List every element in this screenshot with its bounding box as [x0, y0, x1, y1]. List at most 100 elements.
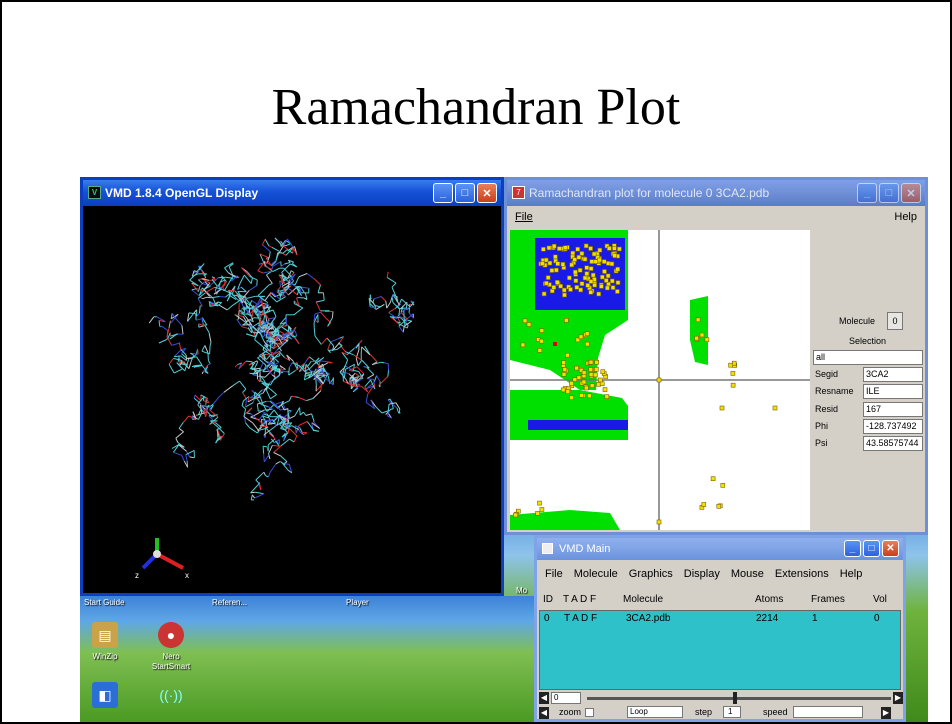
desktop-shortcut-label[interactable]: Referen... [212, 598, 247, 607]
ramachandran-titlebar[interactable]: 7 Ramachandran plot for molecule 0 3CA2.… [507, 180, 925, 206]
molecule-flags[interactable]: T A D F [564, 613, 597, 624]
residue-point[interactable] [602, 387, 608, 392]
residue-point[interactable] [560, 261, 566, 267]
residue-point[interactable] [584, 385, 589, 391]
residue-point[interactable] [513, 512, 518, 518]
residue-point[interactable] [555, 261, 561, 267]
psi-field[interactable]: 43.58575744 [863, 436, 923, 451]
menu-extensions[interactable]: Extensions [775, 568, 829, 580]
residue-point[interactable] [570, 250, 576, 256]
menu-help[interactable]: Help [840, 568, 863, 580]
residue-point[interactable] [539, 328, 545, 333]
residue-point[interactable] [539, 338, 544, 344]
residue-point[interactable] [581, 379, 587, 385]
maximize-button[interactable]: □ [879, 183, 899, 203]
residue-point[interactable] [588, 289, 594, 295]
residue-point[interactable] [584, 265, 589, 271]
residue-point[interactable] [588, 372, 594, 377]
phi-field[interactable]: -128.737492 [863, 419, 923, 434]
jump-end-icon[interactable]: ▶ [893, 692, 903, 704]
residue-point[interactable] [553, 254, 558, 260]
residue-point[interactable] [615, 289, 620, 294]
residue-point[interactable] [609, 261, 615, 267]
residue-point[interactable] [704, 337, 710, 342]
residue-point[interactable] [583, 243, 589, 249]
residue-point[interactable] [584, 271, 590, 277]
residue-point[interactable] [710, 476, 716, 481]
speed-slider[interactable] [793, 706, 863, 718]
residue-point[interactable] [591, 251, 597, 257]
menu-help[interactable]: Help [894, 211, 917, 223]
residue-point[interactable] [607, 246, 612, 251]
minimize-button[interactable]: _ [433, 183, 453, 203]
molecule-list[interactable]: 0 T A D F 3CA2.pdb 2214 1 0 [539, 610, 901, 690]
ramachandran-window[interactable]: 7 Ramachandran plot for molecule 0 3CA2.… [504, 177, 928, 535]
residue-point[interactable] [604, 394, 610, 399]
wireless-icon[interactable]: ((·)) [158, 682, 184, 708]
residue-point[interactable] [602, 269, 607, 274]
residue-point[interactable] [694, 335, 699, 341]
residue-point[interactable] [615, 266, 620, 272]
residue-point[interactable] [730, 382, 736, 388]
residue-point[interactable] [569, 381, 574, 386]
residue-point[interactable] [539, 507, 545, 512]
residue-point[interactable] [600, 369, 606, 374]
frame-slider-thumb[interactable] [733, 692, 737, 704]
residue-point[interactable] [545, 275, 551, 280]
residue-point[interactable] [599, 284, 604, 289]
menu-display[interactable]: Display [684, 568, 720, 580]
close-button[interactable]: ✕ [477, 183, 497, 203]
residue-point[interactable] [610, 285, 616, 290]
residue-point[interactable] [728, 362, 733, 368]
residue-point[interactable] [547, 260, 553, 266]
ramachandran-plot[interactable] [510, 230, 810, 530]
residue-point[interactable] [604, 278, 609, 283]
molecule-selector[interactable]: 0 [887, 312, 903, 330]
residue-point[interactable] [588, 359, 594, 365]
minimize-button[interactable]: _ [844, 540, 861, 557]
menu-mouse[interactable]: Mouse [731, 568, 764, 580]
residue-point[interactable] [560, 387, 566, 393]
frame-input[interactable]: 0 [551, 692, 581, 704]
residue-point[interactable] [599, 381, 605, 386]
residue-point[interactable] [575, 246, 580, 252]
close-button[interactable]: ✕ [882, 540, 899, 557]
desktop-shortcut-label[interactable]: Player [346, 598, 369, 607]
residue-point[interactable] [597, 257, 602, 263]
residue-point[interactable] [541, 291, 547, 297]
residue-point[interactable] [582, 275, 588, 281]
molecule-row[interactable]: 0 T A D F 3CA2.pdb 2214 1 0 [540, 611, 900, 625]
residue-point[interactable] [572, 257, 578, 262]
residue-point[interactable] [588, 266, 594, 271]
vmd-display-titlebar[interactable]: V VMD 1.8.4 OpenGL Display _ □ ✕ [83, 180, 501, 206]
residue-point[interactable] [588, 367, 593, 372]
residue-point[interactable] [590, 272, 596, 278]
residue-point[interactable] [576, 254, 582, 260]
segid-field[interactable]: 3CA2 [863, 367, 923, 382]
residue-point[interactable] [615, 280, 621, 285]
residue-point[interactable] [582, 256, 588, 262]
opengl-canvas[interactable]: x z [83, 206, 501, 593]
selected-residue-point[interactable] [553, 342, 557, 346]
menu-graphics[interactable]: Graphics [629, 568, 673, 580]
vmd-display-window[interactable]: V VMD 1.8.4 OpenGL Display _ □ ✕ x z [80, 177, 504, 596]
residue-point[interactable] [577, 267, 583, 273]
residue-point[interactable] [585, 283, 591, 288]
residue-point[interactable] [556, 246, 562, 251]
residue-point[interactable] [588, 279, 594, 284]
residue-point[interactable] [600, 274, 605, 280]
residue-point[interactable] [656, 519, 662, 525]
residue-point[interactable] [537, 348, 543, 353]
residue-point[interactable] [562, 245, 568, 250]
menu-file[interactable]: File [545, 568, 563, 580]
residue-point[interactable] [584, 331, 590, 336]
residue-point[interactable] [579, 393, 584, 398]
nero-icon[interactable]: ● [158, 622, 184, 648]
residue-point[interactable] [601, 259, 607, 264]
residue-point[interactable] [565, 389, 571, 394]
residue-point[interactable] [719, 405, 725, 411]
residue-point[interactable] [587, 393, 592, 399]
residue-point[interactable] [581, 370, 587, 375]
residue-point[interactable] [574, 285, 580, 290]
residue-point[interactable] [576, 375, 582, 380]
